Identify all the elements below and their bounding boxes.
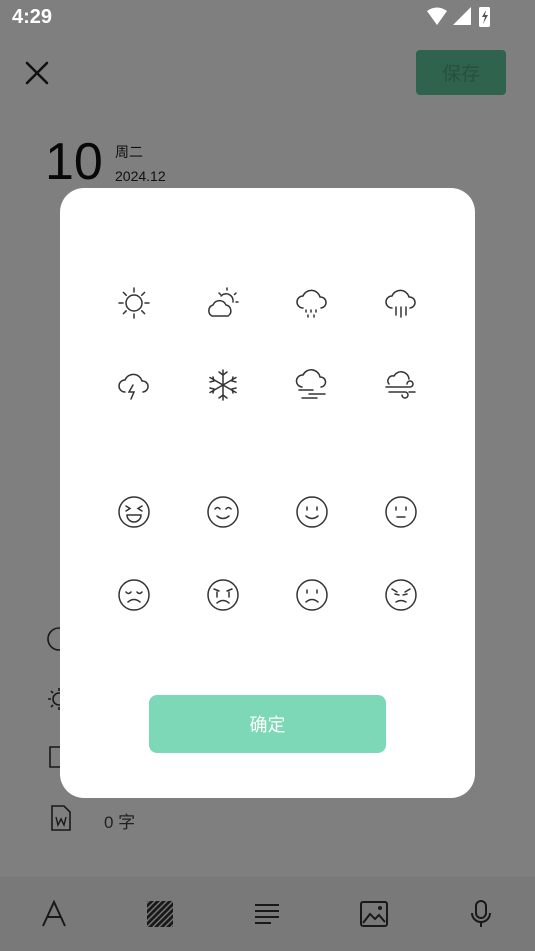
neutral-face-icon[interactable] (383, 494, 419, 530)
drizzle-icon[interactable] (294, 285, 330, 321)
partly-cloudy-icon[interactable] (205, 285, 241, 321)
laughing-face-icon[interactable] (116, 494, 152, 530)
smile-face-icon[interactable] (294, 494, 330, 530)
crying-face-icon[interactable] (205, 577, 241, 613)
content-face-icon[interactable] (205, 494, 241, 530)
sunny-icon[interactable] (116, 285, 152, 321)
frown-face-icon[interactable] (294, 577, 330, 613)
angry-face-icon[interactable] (383, 577, 419, 613)
rain-icon[interactable] (383, 285, 419, 321)
thunderstorm-icon[interactable] (116, 367, 152, 403)
sad-face-icon[interactable] (116, 577, 152, 613)
fog-icon[interactable] (294, 367, 330, 403)
wifi-icon (427, 7, 447, 25)
status-icons (425, 6, 495, 28)
signal-icon (453, 7, 471, 25)
snow-icon[interactable] (205, 367, 241, 403)
confirm-button[interactable]: 确定 (149, 695, 386, 753)
status-time: 4:29 (12, 6, 53, 28)
wind-icon[interactable] (383, 367, 419, 403)
